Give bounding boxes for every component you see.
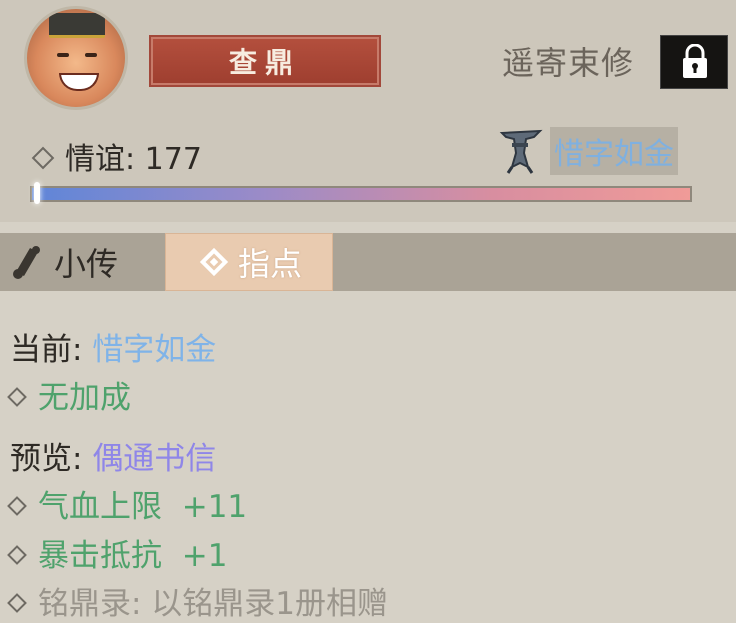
character-header: 查鼎 遥寄束修 情谊: 177 惜字如金 xyxy=(0,0,736,222)
current-value: 惜字如金 xyxy=(92,332,217,368)
tab-guidance[interactable]: 指点 xyxy=(165,233,333,291)
portrait-eye xyxy=(85,53,97,57)
diamond-icon xyxy=(199,247,229,277)
progress-knob xyxy=(34,182,40,204)
gift-label[interactable]: 遥寄束修 xyxy=(502,38,634,84)
current-row: 当前: 惜字如金 xyxy=(10,324,216,369)
portrait-mouth xyxy=(59,73,99,91)
character-name: 查鼎 xyxy=(151,37,379,85)
requirement-text: 铭鼎录: 以铭鼎录1册相赠 xyxy=(38,586,389,622)
bonus-name: 暴击抵抗 xyxy=(38,538,162,574)
bronze-goblet-icon xyxy=(499,129,543,174)
current-bonus-row: 无加成 xyxy=(7,372,131,417)
friendship-progress-bar xyxy=(30,182,692,204)
bonus-value: +11 xyxy=(181,489,248,525)
friendship-value: 177 xyxy=(144,142,202,177)
bonus-value: +1 xyxy=(181,538,228,574)
current-bonus: 无加成 xyxy=(38,380,131,416)
bonus-row: 气血上限 +11 xyxy=(7,481,248,526)
diamond-bullet-icon xyxy=(7,592,27,613)
diamond-bullet-icon xyxy=(31,146,55,169)
tab-biography-label: 小传 xyxy=(54,245,119,283)
preview-label: 预览: xyxy=(10,441,83,477)
tab-guidance-label: 指点 xyxy=(237,245,302,283)
preview-value: 偶通书信 xyxy=(92,441,217,477)
character-portrait[interactable] xyxy=(24,6,128,110)
scroll-icon xyxy=(13,246,40,279)
diamond-bullet-icon xyxy=(7,495,27,516)
current-trait-label: 惜字如金 xyxy=(550,127,678,175)
lock-icon xyxy=(683,44,707,78)
friendship-stat: 情谊: 177 xyxy=(31,134,202,178)
bonus-row: 暴击抵抗 +1 xyxy=(7,530,228,575)
tab-bar: 小传 指点 xyxy=(0,233,736,291)
diamond-bullet-icon xyxy=(7,544,27,565)
current-label: 当前: xyxy=(10,332,83,368)
tab-biography[interactable]: 小传 xyxy=(8,233,158,291)
gift-lock-button[interactable] xyxy=(660,35,728,89)
bonus-name: 气血上限 xyxy=(38,489,162,525)
friendship-label: 情谊 xyxy=(65,142,125,177)
current-trait[interactable]: 惜字如金 xyxy=(498,127,678,175)
portrait-hat xyxy=(49,13,105,38)
portrait-eye xyxy=(57,53,69,57)
diamond-bullet-icon xyxy=(7,386,27,407)
preview-row: 预览: 偶通书信 xyxy=(10,433,216,478)
requirement-row: 铭鼎录: 以铭鼎录1册相赠 xyxy=(7,578,389,623)
